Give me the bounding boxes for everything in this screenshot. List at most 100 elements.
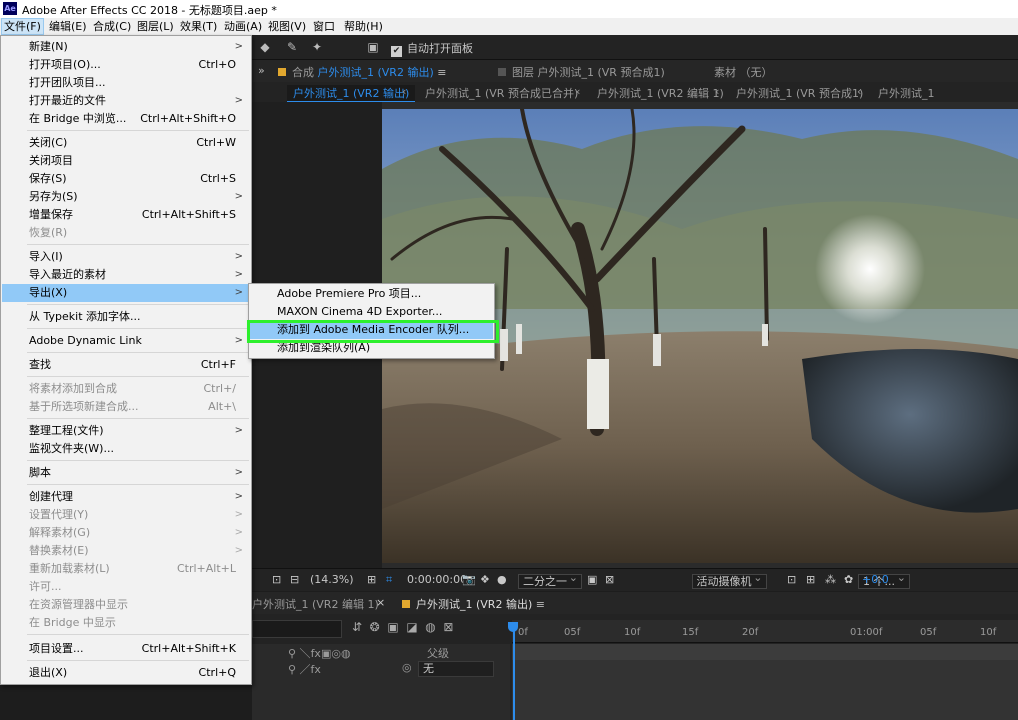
menu-help[interactable]: 帮助(H) (342, 19, 385, 34)
roto-brush-icon[interactable]: ✎ (285, 40, 299, 54)
time-ruler[interactable]: 0f 05f 10f 15f 20f 01:00f 05f 10f (512, 620, 1018, 643)
timeline-tab-1[interactable]: 户外测试_1 (VR2 编辑 1) (252, 596, 379, 612)
menu-item-scripts[interactable]: 脚本 > (2, 464, 250, 482)
comp-tab-3[interactable]: 户外测试_1 (VR2 编辑 1) (597, 85, 724, 101)
file-menu: 新建(N) > 打开项目(O)... Ctrl+O 打开团队项目... 打开最近的文… (0, 35, 252, 685)
menu-item-find[interactable]: 查找 Ctrl+F (2, 356, 250, 374)
eraser-tool-icon[interactable]: ◆ (258, 40, 272, 54)
parent-dropdown[interactable]: 无 (418, 661, 494, 677)
close-tab-icon[interactable]: × (376, 596, 385, 609)
menu-window[interactable]: 窗口 (311, 19, 337, 34)
menu-item-import[interactable]: 导入(I) > (2, 248, 250, 266)
menu-item-close-project[interactable]: 关闭项目 (2, 152, 250, 170)
menu-separator (27, 460, 249, 461)
menu-item-browse-bridge[interactable]: 在 Bridge 中浏览... Ctrl+Alt+Shift+O (2, 110, 250, 128)
menu-separator (27, 328, 249, 329)
exposure-value[interactable]: +0.0 (862, 573, 889, 586)
menu-item-dependencies[interactable]: 整理工程(文件) > (2, 422, 250, 440)
auto-open-panels-toggle[interactable]: ✔ 自动打开面板 (391, 40, 473, 57)
menu-item-project-settings[interactable]: 项目设置... Ctrl+Alt+Shift+K (2, 640, 250, 658)
menu-item-watch-folder[interactable]: 监视文件夹(W)... (2, 440, 250, 458)
export-premiere-project[interactable]: Adobe Premiere Pro 项目... (250, 285, 493, 303)
camera-dropdown[interactable]: 活动摄像机 (691, 574, 767, 589)
panel-menu-icon[interactable]: ≡ (536, 598, 545, 611)
layer-switches-row[interactable]: ⚲ ／fx (288, 661, 321, 677)
flowchart-icon[interactable]: ⊞ (806, 573, 815, 586)
submenu-arrow-icon: > (234, 287, 243, 298)
menu-edit[interactable]: 编辑(E) (47, 19, 89, 34)
playhead[interactable] (513, 622, 515, 720)
tab-composition[interactable]: 合成 户外测试_1 (VR2 输出) ≡ (278, 64, 446, 80)
menu-item-new[interactable]: 新建(N) > (2, 38, 250, 56)
ruler-tick: 15f (682, 627, 699, 638)
menu-bar: 文件(F) 编辑(E) 合成(C) 图层(L) 效果(T) 动画(A) 视图(V… (0, 18, 1018, 36)
puppet-pin-icon[interactable]: ✦ (310, 40, 324, 54)
menu-item-typekit[interactable]: 从 Typekit 添加字体... (2, 308, 250, 326)
tab-layer[interactable]: 图层 户外测试_1 (VR 预合成1) (498, 64, 665, 80)
panel-expand-icon[interactable]: » (258, 64, 265, 77)
fast-preview-icon[interactable]: ⁂ (825, 573, 836, 586)
comp-tab-separator-icon: ‹ (715, 85, 720, 98)
reset-exposure-icon[interactable]: ✿ (844, 573, 853, 586)
menu-item-open-recent[interactable]: 打开最近的文件 > (2, 92, 250, 110)
ruler-tick: 05f (564, 627, 581, 638)
menu-item-close[interactable]: 关闭(C) Ctrl+W (2, 134, 250, 152)
timeline-tab-2[interactable]: 户外测试_1 (VR2 输出) ≡ (402, 596, 545, 612)
submenu-arrow-icon: > (234, 491, 243, 502)
menu-item-import-recent[interactable]: 导入最近的素材 > (2, 266, 250, 284)
menu-separator (27, 130, 249, 131)
playhead-handle[interactable] (508, 622, 518, 632)
menu-view[interactable]: 视图(V) (266, 19, 308, 34)
menu-item-open-team-project[interactable]: 打开团队项目... (2, 74, 250, 92)
menu-item-open-project[interactable]: 打开项目(O)... Ctrl+O (2, 56, 250, 74)
region-of-interest-icon[interactable]: ⌗ (386, 573, 392, 587)
layer-search-input[interactable] (252, 620, 342, 638)
submenu-arrow-icon: > (234, 269, 243, 280)
timeline-tools-icons[interactable]: ⇵ ❂ ▣ ◪ ◍ ⊠ (352, 620, 453, 634)
snapshot-icon[interactable]: 📷 (462, 573, 476, 586)
menu-item-save[interactable]: 保存(S) Ctrl+S (2, 170, 250, 188)
menu-item-export[interactable]: 导出(X) > (2, 284, 250, 302)
export-cinema4d[interactable]: MAXON Cinema 4D Exporter... (250, 303, 493, 321)
menu-file[interactable]: 文件(F) (1, 18, 44, 35)
menu-item-dynamic-link[interactable]: Adobe Dynamic Link > (2, 332, 250, 350)
submenu-arrow-icon: > (234, 509, 243, 520)
fit-frame-icon[interactable]: ⊞ (367, 573, 376, 586)
menu-item-create-proxy[interactable]: 创建代理 > (2, 488, 250, 506)
menu-separator (27, 304, 249, 305)
always-preview-icon[interactable]: ⊡ (272, 573, 281, 586)
checkbox-icon[interactable]: ✔ (391, 46, 402, 57)
comp-tab-2[interactable]: 户外测试_1 (VR 预合成已合并) (425, 85, 578, 101)
show-snapshot-icon[interactable]: ❖ (480, 573, 490, 586)
transparency-grid-icon[interactable]: ⊠ (605, 573, 614, 586)
menu-item-increment-save[interactable]: 增量保存 Ctrl+Alt+Shift+S (2, 206, 250, 224)
comp-tab-4[interactable]: 户外测试_1 (VR 预合成1) (736, 85, 863, 101)
menu-layer[interactable]: 图层(L) (135, 19, 176, 34)
comp-tab-5[interactable]: 户外测试_1 (878, 85, 935, 101)
toggle-pixel-aspect-icon[interactable]: ⊡ (787, 573, 796, 586)
menu-item-save-as[interactable]: 另存为(S) > (2, 188, 250, 206)
ruler-tick: 01:00f (850, 627, 883, 638)
timeline-header: 户外测试_1 (VR2 编辑 1) × 户外测试_1 (VR2 输出) ≡ (252, 592, 1018, 615)
layer-columns: ⚲ ＼fx▣◎◍ 父级 ⚲ ／fx ◎ (252, 644, 510, 720)
toggle-mask-icon[interactable]: ▣ (587, 573, 597, 586)
submenu-arrow-icon: > (234, 467, 243, 478)
menu-item-add-footage-to-comp: 将素材添加到合成 Ctrl+/ (29, 382, 236, 395)
snapping-icon[interactable]: ▣ (366, 40, 380, 54)
layer-tab-icon (498, 68, 506, 76)
channel-rgb-icon[interactable]: ● (497, 573, 507, 586)
vr-icon[interactable]: ⊟ (290, 573, 299, 586)
current-timecode[interactable]: 0:00:00:00 (407, 573, 467, 586)
menu-effect[interactable]: 效果(T) (178, 19, 219, 34)
tab-footage[interactable]: 素材 （无） (714, 64, 773, 80)
menu-separator (27, 244, 249, 245)
menu-item-set-proxy: 设置代理(Y) > (2, 506, 250, 524)
parent-pickwhip-icon[interactable]: ◎ (402, 661, 412, 674)
menu-item-exit[interactable]: 退出(X) Ctrl+Q (2, 664, 250, 682)
menu-composition[interactable]: 合成(C) (91, 19, 133, 34)
menu-animation[interactable]: 动画(A) (222, 19, 264, 34)
panel-menu-icon[interactable]: ≡ (437, 66, 446, 79)
zoom-level[interactable]: (14.3%) (310, 573, 354, 586)
resolution-dropdown[interactable]: 二分之一 (518, 574, 582, 589)
comp-tab-1[interactable]: 户外测试_1 (VR2 输出) (287, 85, 416, 103)
